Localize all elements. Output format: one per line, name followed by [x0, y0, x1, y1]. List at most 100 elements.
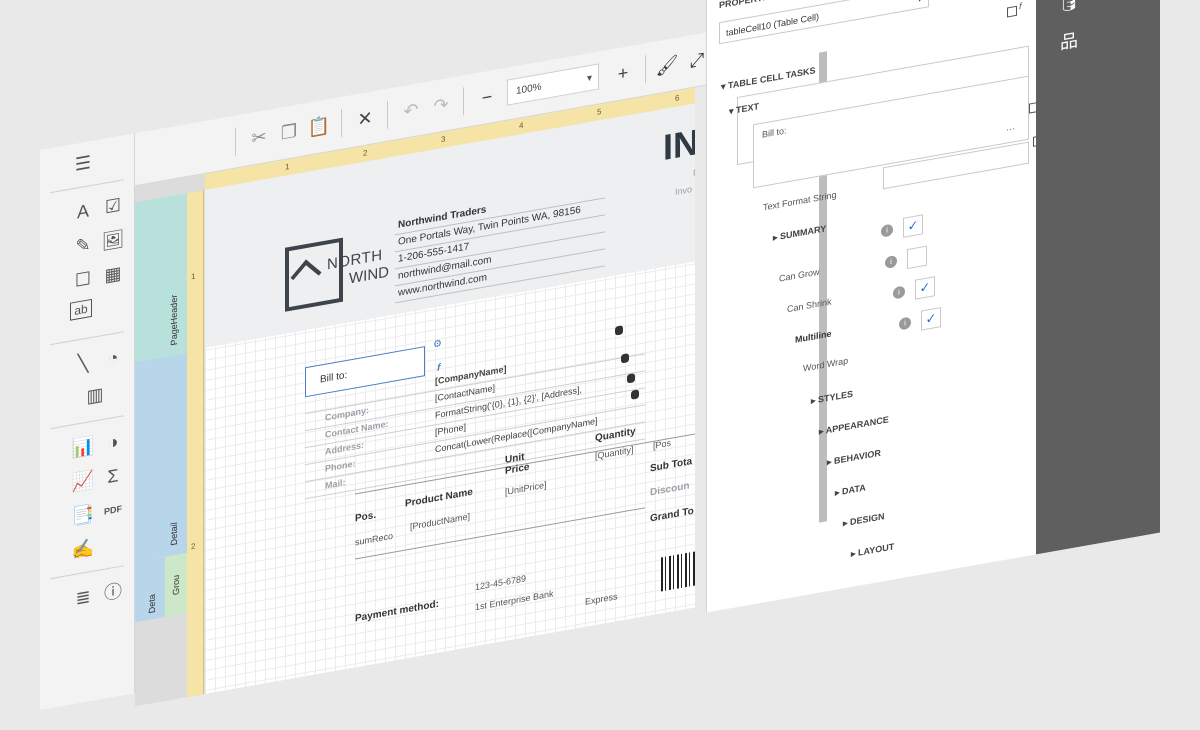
invoice-title[interactable]: IN: [663, 121, 695, 169]
bank-name[interactable]: 1st Enterprise Bank: [475, 588, 554, 612]
multiline-checkbox[interactable]: ✓: [921, 307, 941, 331]
report-page: NORTH WIND Northwind Traders One Portals…: [205, 101, 695, 707]
behavior-section-header[interactable]: ▸ BEHAVIOR: [827, 448, 881, 469]
barcode[interactable]: [661, 549, 695, 592]
chevron-down-icon: ▾: [917, 0, 922, 10]
band-detail[interactable]: Detail: [135, 352, 188, 563]
band-detail-2[interactable]: Deta: [135, 556, 165, 623]
product-name-header[interactable]: Product Name: [405, 487, 473, 510]
zoom-out-icon[interactable]: −: [475, 83, 499, 111]
invoice-subtitle: In: [693, 166, 695, 178]
expression-icon[interactable]: f: [1019, 1, 1022, 11]
delete-icon[interactable]: ✕: [353, 105, 377, 133]
company-logo[interactable]: NORTH WIND: [275, 218, 395, 323]
toolbox-divider: [50, 179, 124, 194]
data-section-header[interactable]: ▸ DATA: [835, 482, 866, 498]
database-icon: [615, 325, 623, 336]
redo-icon[interactable]: ↷: [429, 91, 453, 119]
property-marker[interactable]: [1007, 5, 1017, 18]
section-label: DESIGN: [850, 511, 885, 528]
toc-tool-icon[interactable]: ≣: [70, 582, 96, 613]
paste-icon[interactable]: 📋: [307, 113, 331, 141]
grand-total-label[interactable]: Grand To: [650, 506, 694, 525]
section-label: DATA: [842, 482, 866, 497]
picture-tool-icon[interactable]: 🖼: [100, 225, 126, 256]
band-label: Grou: [171, 574, 181, 596]
pos-cell[interactable]: sumReco: [355, 531, 393, 548]
menu-icon[interactable]: ☰: [70, 148, 96, 179]
chevron-right-icon: ▸: [843, 517, 848, 529]
styles-section-header[interactable]: ▸ STYLES: [811, 389, 853, 407]
band-page-header[interactable]: PageHeader: [135, 192, 188, 363]
payment-method-label[interactable]: Payment method:: [355, 599, 439, 625]
layout-section-header[interactable]: ▸ LAYOUT: [851, 541, 894, 560]
panel-tool-icon[interactable]: ☐: [70, 264, 96, 295]
expression-icon[interactable]: f: [437, 362, 440, 374]
pos-header[interactable]: Pos.: [355, 510, 376, 525]
report-explorer-icon[interactable]: 品: [1056, 26, 1082, 57]
band-label: PageHeader: [169, 293, 179, 347]
line-tool-icon[interactable]: ╲: [70, 348, 96, 379]
product-name-cell[interactable]: [ProductName]: [410, 511, 470, 532]
zoom-in-icon[interactable]: +: [611, 59, 635, 87]
ellipsis-button[interactable]: ···: [1006, 123, 1015, 135]
richtext-tool-icon[interactable]: ✎: [70, 230, 96, 261]
company-address-table[interactable]: Northwind Traders One Portals Way, Twin …: [395, 181, 605, 304]
field-label: Phone:: [325, 458, 356, 474]
info-icon[interactable]: i: [881, 223, 893, 238]
chart-tool-icon[interactable]: 📊: [70, 432, 96, 463]
label-tool-icon[interactable]: A: [70, 196, 96, 227]
field-value: [Phone]: [435, 421, 467, 438]
design-section-header[interactable]: ▸ DESIGN: [843, 511, 885, 529]
undo-icon[interactable]: ↶: [399, 96, 423, 124]
can-grow-checkbox[interactable]: [907, 245, 927, 270]
cut-icon[interactable]: ✂: [247, 123, 271, 151]
copy-icon[interactable]: ❐: [277, 118, 301, 146]
design-surface[interactable]: PageHeader Detail Deta Grou 1 2 3 4 5 6 …: [135, 87, 695, 707]
toolbar-separator: [463, 87, 464, 116]
barcode-tool-icon[interactable]: ▥: [82, 380, 108, 411]
account-number[interactable]: 123-45-6789: [475, 573, 526, 592]
zoom-select[interactable]: 100% ▾: [507, 63, 599, 106]
table-tool-icon[interactable]: ▦: [100, 259, 126, 290]
chevron-right-icon: ▸: [811, 395, 816, 407]
shape-tool-icon[interactable]: ◔: [100, 343, 126, 374]
info-icon[interactable]: i: [893, 285, 905, 300]
brush-icon[interactable]: 🖌: [655, 51, 679, 79]
info-icon[interactable]: i: [899, 316, 911, 331]
database-icon: [631, 389, 639, 400]
express-value[interactable]: Express: [585, 591, 618, 607]
ruler-number: 1: [191, 271, 196, 282]
unit-price-cell[interactable]: [UnitPrice]: [505, 480, 547, 497]
chevron-right-icon: ▸: [819, 425, 824, 437]
summary-checkbox[interactable]: ✓: [903, 214, 923, 238]
appearance-section-header[interactable]: ▸ APPEARANCE: [819, 414, 889, 437]
selected-component: tableCell10 (Table Cell): [726, 11, 820, 39]
ruler-number: 6: [675, 93, 680, 104]
database-icon: [627, 373, 635, 384]
band-label: Detail: [169, 521, 179, 547]
toolbox: ☰ A ☑ ✎ 🖼 ☐ ▦ ab ╲ ◔ ▥ 📊 ◑ 📈 Σ 📑 PDF ✍ ≣…: [40, 133, 135, 711]
summary-tool-icon[interactable]: Σ: [100, 461, 126, 492]
ruler-number: 5: [597, 107, 602, 117]
ruler-number: 1: [285, 162, 290, 172]
chevron-right-icon: ▸: [827, 456, 832, 468]
signature-tool-icon[interactable]: ✍: [70, 534, 96, 565]
band-group[interactable]: Grou: [165, 553, 187, 617]
discount-label[interactable]: Discoun: [650, 480, 689, 498]
pos-total-cell[interactable]: [Pos: [653, 438, 671, 451]
pdf-tool-icon[interactable]: PDF: [100, 495, 126, 526]
checkbox-tool-icon[interactable]: ☑: [100, 191, 126, 222]
toolbar-separator: [341, 108, 342, 137]
can-shrink-checkbox[interactable]: ✓: [915, 276, 935, 300]
character-comb-tool-icon[interactable]: ab: [70, 298, 92, 321]
field-list-icon[interactable]: 🛢: [1056, 0, 1082, 17]
gauge-tool-icon[interactable]: ◑: [100, 427, 126, 458]
sparkline-tool-icon[interactable]: 📈: [70, 466, 96, 497]
pageinfo-tool-icon[interactable]: ⓘ: [100, 577, 126, 608]
subreport-tool-icon[interactable]: 📑: [70, 500, 96, 531]
gear-icon[interactable]: ⚙: [433, 338, 442, 351]
info-icon[interactable]: i: [885, 254, 897, 270]
sub-total-label[interactable]: Sub Tota: [650, 456, 692, 474]
component-select[interactable]: tableCell10 (Table Cell) ▾: [719, 0, 929, 45]
